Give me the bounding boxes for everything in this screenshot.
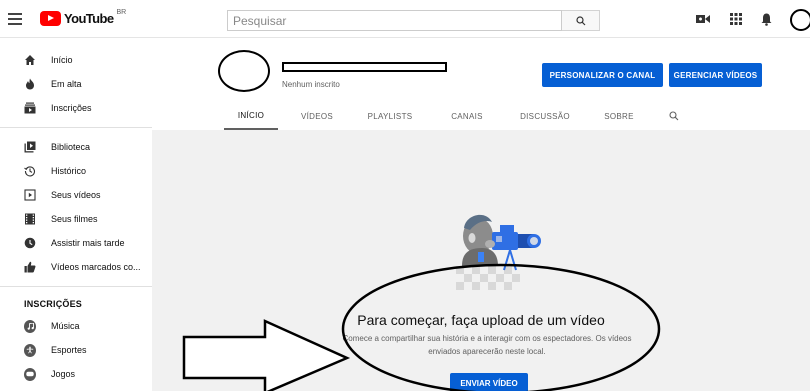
tab-playlists[interactable]: PLAYLISTS [360,102,420,130]
sidebar-item-label: Inscrições [51,103,92,113]
your-videos-icon [24,189,36,201]
sidebar-item-label: Seus filmes [51,214,98,224]
music-icon [24,319,36,333]
sidebar-item-watch-later[interactable]: Assistir mais tarde [0,231,152,255]
subscriptions-header: INSCRIÇÕES [24,299,83,309]
apps-icon[interactable] [729,12,743,26]
search-button[interactable] [562,10,600,31]
sports-icon [24,343,36,357]
channel-name-redacted [282,62,447,72]
tab-channels[interactable]: CANAIS [443,102,491,130]
sidebar-item-label: Assistir mais tarde [51,238,125,248]
youtube-logo[interactable]: YouTube BR [40,9,127,26]
sidebar-item-sports[interactable]: Esportes [0,338,152,362]
gaming-icon [24,367,36,381]
menu-icon[interactable] [8,11,22,25]
customize-channel-button[interactable]: PERSONALIZAR O CANAL [542,63,663,87]
sidebar-item-label: Em alta [51,79,82,89]
sidebar-item-trending[interactable]: Em alta [0,72,152,96]
search-placeholder: Pesquisar [233,13,287,28]
sidebar-item-history[interactable]: Histórico [0,159,152,183]
notifications-icon[interactable] [759,12,773,26]
trending-icon [24,78,36,90]
movies-icon [24,213,36,225]
watch-later-icon [24,237,36,249]
sidebar-item-label: Histórico [51,166,87,176]
sidebar-item-label: Início [51,55,73,65]
sidebar-item-subscriptions[interactable]: Inscrições [0,96,152,120]
top-bar: YouTube BR Pesquisar [0,0,810,38]
subscriber-count: Nenhum inscrito [282,80,340,89]
sidebar-item-label: Vídeos marcados co... [51,262,141,272]
sidebar-item-gaming[interactable]: Jogos [0,362,152,386]
channel-search-icon[interactable] [664,102,684,130]
sidebar-item-label: Música [51,321,80,331]
channel-content: Para começar, faça upload de um vídeo Co… [152,130,810,391]
upload-video-button[interactable]: ENVIAR VÍDEO [450,373,528,391]
sidebar-item-music[interactable]: Música [0,314,152,338]
logo-text: YouTube [64,11,114,26]
sidebar-item-your-videos[interactable]: Seus vídeos [0,183,152,207]
tab-discussion[interactable]: DISCUSSÃO [512,102,578,130]
sidebar-item-library[interactable]: Biblioteca [0,135,152,159]
sidebar-item-label: Biblioteca [51,142,91,152]
empty-state-description: Comece a compartilhar sua história e a i… [342,334,632,356]
youtube-play-icon [40,11,61,26]
channel-header: Nenhum inscrito PERSONALIZAR O CANAL GER… [152,38,810,130]
camera-person-illustration [456,214,541,290]
tab-home[interactable]: INÍCIO [224,102,278,130]
channel-tabs: INÍCIO VÍDEOS PLAYLISTS CANAIS DISCUSSÃO… [152,102,810,130]
search-input[interactable]: Pesquisar [227,10,562,31]
channel-avatar [218,50,270,92]
create-video-icon[interactable] [696,12,710,26]
manage-videos-button[interactable]: GERENCIAR VÍDEOS [669,63,762,87]
sidebar-item-home[interactable]: Início [0,48,152,72]
tab-about[interactable]: SOBRE [598,102,640,130]
sidebar-divider [0,127,152,128]
sidebar-item-label: Esportes [51,345,87,355]
sidebar: Início Em alta Inscrições Biblioteca His… [0,38,152,391]
history-icon [24,165,36,177]
search-icon [575,15,585,25]
sidebar-item-label: Jogos [51,369,76,379]
library-icon [24,141,36,153]
sidebar-divider [0,286,152,287]
sidebar-item-label: Seus vídeos [51,190,101,200]
subscriptions-icon [24,102,36,114]
logo-region: BR [116,9,127,16]
sidebar-item-movies[interactable]: Seus filmes [0,207,152,231]
account-avatar[interactable] [790,9,810,31]
tab-videos[interactable]: VÍDEOS [292,102,342,130]
home-icon [24,54,36,66]
liked-icon [24,261,36,273]
empty-state-title: Para começar, faça upload de um vídeo [357,312,605,328]
sidebar-item-liked-videos[interactable]: Vídeos marcados co... [0,255,152,279]
